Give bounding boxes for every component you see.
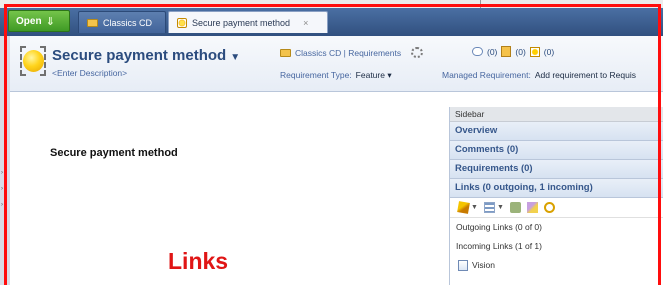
links-toolbar: ▼ ▼ (450, 198, 663, 218)
managed-value[interactable]: Add requirement to Requis (535, 70, 636, 80)
breadcrumb-text[interactable]: Classics CD | Requirements (295, 48, 401, 58)
content-area[interactable]: Secure payment method (10, 93, 448, 285)
download-arrow-icon: ⇓ (45, 15, 55, 28)
sidebar-section-links[interactable]: Links (0 outgoing, 1 incoming) (450, 179, 663, 198)
requirement-type-select[interactable]: Feature ▾ (356, 70, 392, 80)
requirement-type-label: Requirement Type: (280, 70, 352, 80)
tab-secure-payment-method[interactable]: Secure payment method × (168, 11, 328, 33)
top-strip (0, 0, 663, 8)
requirement-count: (0) (543, 46, 555, 57)
title-text: Secure payment method (52, 47, 227, 64)
sidebar-section-overview[interactable]: Overview (450, 122, 663, 141)
incoming-links-header[interactable]: Incoming Links (1 of 1) (450, 237, 663, 256)
requirement-text: Secure payment method (50, 147, 178, 159)
breadcrumb[interactable]: Classics CD | Requirements (280, 47, 424, 58)
chevron-down-icon[interactable]: ▼ (471, 204, 478, 211)
sidebar-section-comments[interactable]: Comments (0) (450, 141, 663, 160)
managed-label: Managed Requirement: (442, 70, 531, 80)
managed-requirement: Managed Requirement: Add requirement to R… (442, 70, 636, 80)
close-icon[interactable]: × (303, 18, 308, 28)
tree-view-icon[interactable] (509, 202, 521, 213)
tab-bar: Open ⇓ Classics CD Secure payment method… (0, 8, 663, 36)
comment-count: (0) (487, 46, 498, 57)
requirement-type-value: Feature (355, 70, 385, 80)
page-title[interactable]: Secure payment method ▼ (52, 47, 240, 64)
sidebar: Sidebar Overview Comments (0) Requiremen… (449, 107, 663, 285)
gutter-mark: › (1, 186, 3, 192)
links-annotation: Links (168, 248, 229, 274)
link-item-vision[interactable]: Vision (450, 256, 663, 274)
chevron-down-icon[interactable]: ▼ (497, 204, 504, 211)
requirement-type: Requirement Type: Feature ▾ (280, 70, 392, 81)
gear-icon[interactable] (411, 47, 424, 58)
tab-label: Classics CD (103, 17, 153, 28)
folder-icon (280, 48, 291, 57)
divider (480, 0, 481, 8)
document-icon (458, 259, 468, 271)
open-button[interactable]: Open ⇓ (8, 10, 70, 32)
artifact-header: Secure payment method ▼ <Enter Descriptio… (10, 36, 663, 92)
link-item-label: Vision (472, 260, 495, 270)
count-indicators: (0) (0) (0) (472, 46, 554, 57)
comment-icon[interactable] (472, 47, 483, 56)
open-button-label: Open (16, 15, 42, 27)
sidebar-section-requirements[interactable]: Requirements (0) (450, 160, 663, 179)
requirement-icon (177, 17, 187, 28)
attachment-icon[interactable] (501, 46, 512, 57)
add-link-icon[interactable] (457, 201, 470, 214)
list-view-icon[interactable] (483, 202, 495, 213)
left-gutter: › › › (0, 36, 10, 285)
requirement-large-icon (20, 46, 46, 76)
sidebar-title: Sidebar (450, 107, 663, 122)
folder-icon (87, 18, 98, 27)
chevron-down-icon[interactable]: ▼ (230, 52, 240, 63)
refresh-icon[interactable] (543, 202, 555, 213)
attachment-count: (0) (515, 46, 526, 57)
edit-link-icon[interactable] (526, 202, 538, 213)
requirement-count-icon[interactable] (529, 46, 540, 57)
outgoing-links-header[interactable]: Outgoing Links (0 of 0) (450, 218, 663, 237)
gutter-mark: › (1, 202, 3, 208)
gutter-mark: › (1, 170, 3, 176)
tab-classics-cd[interactable]: Classics CD (78, 11, 166, 33)
tab-label: Secure payment method (192, 17, 291, 28)
description-field[interactable]: <Enter Description> (52, 68, 127, 78)
